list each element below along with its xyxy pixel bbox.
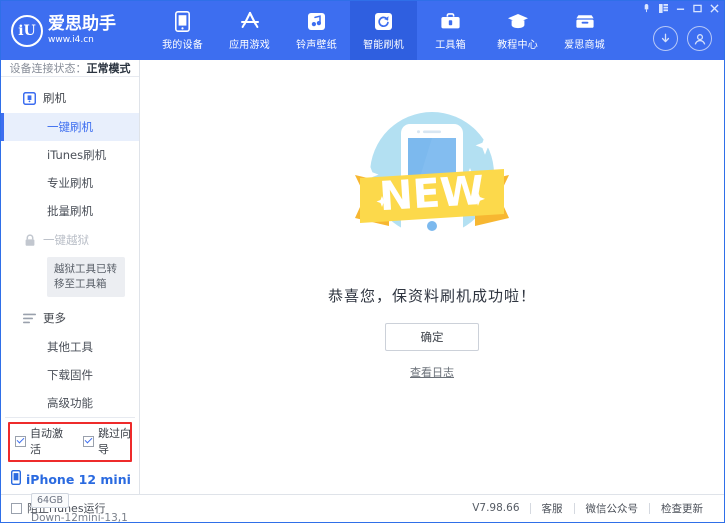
app-version: V7.98.66 [472, 502, 529, 514]
sidebar-group-flash[interactable]: 刷机 [1, 83, 139, 113]
toolbox-icon [440, 10, 462, 32]
sidebar-item-label: 批量刷机 [47, 203, 93, 219]
new-phone-badge-illustration: NEW [337, 86, 527, 271]
svg-text:NEW: NEW [378, 168, 486, 220]
sidebar-item-batch-flash[interactable]: 批量刷机 [1, 197, 139, 225]
device-card[interactable]: iPhone 12 mini 64GB Down-12mini-13,1 [1, 464, 139, 523]
sidebar: 设备连接状态：正常模式 刷机 一键刷机 iTunes刷机 专业刷机 [1, 60, 140, 494]
brand-logo: iU 爱思助手 www.i4.cn [1, 1, 131, 60]
success-message: 恭喜您，保资料刷机成功啦！ [328, 285, 536, 306]
support-link[interactable]: 客服 [531, 501, 574, 516]
connection-status-label: 设备连接状态： [10, 60, 87, 76]
sidebar-item-advanced[interactable]: 高级功能 [1, 389, 139, 417]
sidebar-item-label: 一键刷机 [47, 119, 93, 135]
sidebar-nav: 刷机 一键刷机 iTunes刷机 专业刷机 批量刷机 [1, 77, 139, 417]
brand-mark-icon: iU [11, 15, 43, 47]
checkbox-box[interactable] [15, 436, 26, 447]
nav-item-apps-games[interactable]: 应用游戏 [216, 1, 283, 60]
nav-item-toolbox[interactable]: 工具箱 [417, 1, 484, 60]
checkbox-label: 自动激活 [30, 425, 67, 457]
pin-icon[interactable] [641, 3, 652, 14]
device-name: iPhone 12 mini [26, 472, 131, 487]
sidebar-group-label: 一键越狱 [43, 232, 89, 248]
nav-item-tutorials[interactable]: 教程中心 [484, 1, 551, 60]
flash-options: 自动激活 跳过向导 [5, 417, 135, 464]
checkbox-auto-activate[interactable]: 自动激活 [15, 425, 67, 457]
sidebar-item-pro-flash[interactable]: 专业刷机 [1, 169, 139, 197]
maximize-icon[interactable] [692, 3, 703, 14]
nav-item-my-device[interactable]: 我的设备 [149, 1, 216, 60]
jailbreak-tooltip: 越狱工具已转移至工具箱 [47, 257, 125, 297]
confirm-button[interactable]: 确定 [385, 323, 479, 351]
brand-url: www.i4.cn [48, 36, 116, 45]
appstore-icon [239, 10, 261, 32]
header-right-actions [653, 26, 712, 51]
download-icon[interactable] [653, 26, 678, 51]
nav-label: 爱思商城 [564, 36, 605, 51]
nav-label: 教程中心 [497, 36, 538, 51]
check-update-link[interactable]: 检查更新 [650, 501, 714, 516]
device-capacity: 64GB [31, 493, 69, 508]
nav-item-store[interactable]: 爱思商城 [551, 1, 618, 60]
sidebar-item-itunes-flash[interactable]: iTunes刷机 [1, 141, 139, 169]
nav-label: 智能刷机 [363, 36, 404, 51]
close-icon[interactable] [709, 3, 720, 14]
graduation-icon [507, 10, 529, 32]
checkbox-box[interactable] [83, 436, 94, 447]
view-log-link[interactable]: 查看日志 [410, 364, 454, 380]
connection-status-value: 正常模式 [87, 60, 131, 76]
checkbox-label: 跳过向导 [98, 425, 135, 457]
minimize-icon[interactable] [675, 3, 686, 14]
app-body: 设备连接状态：正常模式 刷机 一键刷机 iTunes刷机 专业刷机 [1, 60, 724, 494]
brand-text: 爱思助手 www.i4.cn [48, 16, 116, 45]
nav-item-ringtones-wallpaper[interactable]: 铃声壁纸 [283, 1, 350, 60]
account-icon[interactable] [687, 26, 712, 51]
sidebar-group-jailbreak: 一键越狱 [1, 225, 139, 255]
refresh-icon [373, 10, 395, 32]
sidebar-group-label: 刷机 [43, 90, 66, 106]
list-icon [23, 312, 36, 325]
checkbox-skip-wizard[interactable]: 跳过向导 [83, 425, 135, 457]
nav-item-smart-flash[interactable]: 智能刷机 [350, 1, 417, 60]
sidebar-item-download-firmware[interactable]: 下载固件 [1, 361, 139, 389]
music-icon [306, 10, 328, 32]
brand-name: 爱思助手 [48, 16, 116, 33]
sidebar-item-label: 高级功能 [47, 395, 93, 411]
wechat-link[interactable]: 微信公众号 [575, 501, 650, 516]
status-bar-right: V7.98.66 客服 微信公众号 检查更新 [472, 501, 714, 516]
main-nav: 我的设备 应用游戏 铃声壁纸 智能刷机 [149, 1, 618, 60]
menu-icon[interactable] [658, 3, 669, 14]
sidebar-item-label: iTunes刷机 [47, 147, 106, 163]
nav-label: 应用游戏 [229, 36, 270, 51]
nav-label: 我的设备 [162, 36, 203, 51]
app-header: iU 爱思助手 www.i4.cn 我的设备 应用游戏 [1, 1, 724, 60]
lock-icon [23, 234, 36, 247]
flash-icon [23, 92, 36, 105]
sidebar-group-more[interactable]: 更多 [1, 303, 139, 333]
connection-status: 设备连接状态：正常模式 [1, 60, 139, 77]
device-phone-icon [11, 470, 21, 488]
device-identifier: Down-12mini-13,1 [31, 512, 139, 523]
sidebar-item-label: 专业刷机 [47, 175, 93, 191]
shop-icon [574, 10, 596, 32]
window-controls [641, 3, 720, 14]
main-content: NEW 恭喜您，保资料刷机成功啦！ 确定 查看日志 [140, 60, 724, 494]
options-row: 自动激活 跳过向导 [5, 425, 135, 457]
sidebar-item-label: 下载固件 [47, 367, 93, 383]
app-window: iU 爱思助手 www.i4.cn 我的设备 应用游戏 [0, 0, 725, 523]
phone-icon [172, 10, 194, 32]
sidebar-item-label: 其他工具 [47, 339, 93, 355]
sidebar-item-other-tools[interactable]: 其他工具 [1, 333, 139, 361]
device-name-row: iPhone 12 mini [11, 470, 139, 488]
nav-label: 铃声壁纸 [296, 36, 337, 51]
sidebar-item-one-key-flash[interactable]: 一键刷机 [1, 113, 139, 141]
sidebar-group-label: 更多 [43, 310, 66, 326]
nav-label: 工具箱 [435, 36, 466, 51]
